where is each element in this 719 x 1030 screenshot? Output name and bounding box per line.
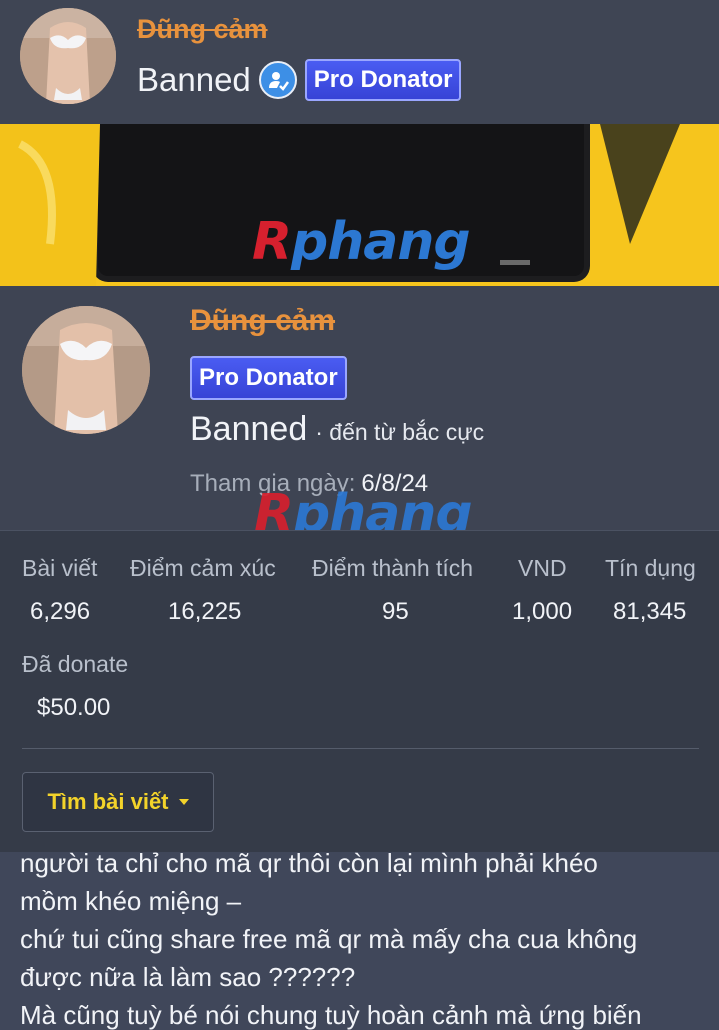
stat-value: $50.00 — [37, 694, 111, 721]
stat-donated: Đã donate $50.00 — [22, 651, 128, 722]
find-posts-label: Tìm bài viết — [47, 789, 169, 814]
stat-value[interactable]: 6,296 — [30, 598, 97, 626]
post-line: người ta chỉ cho mã qr thôi còn lại mình… — [20, 852, 598, 878]
stat-label: VND — [518, 555, 567, 581]
user-avatar[interactable] — [20, 8, 116, 104]
stat-posts: Bài viết 6,296 — [22, 555, 97, 626]
stat-achievements: Điểm thành tích 95 — [312, 555, 473, 626]
post-line: được nữa là làm sao ?????? — [20, 962, 356, 992]
post-line: Mà cũng tuỳ bé nói chung tuỳ hoàn cảnh m… — [20, 1000, 642, 1030]
watermark-logo: Rphang — [252, 212, 471, 272]
stat-vnd: VND 1,000 — [512, 555, 572, 626]
find-posts-button[interactable]: Tìm bài viết — [22, 772, 214, 832]
user-title: Banned — [137, 61, 251, 98]
stat-label: Điểm thành tích — [312, 555, 474, 581]
member-tooltip-card: Rphang Dũng cảm Pro Donator Banned · đến… — [0, 124, 719, 852]
stat-value[interactable]: 95 — [382, 598, 473, 626]
post-line: mồm khéo miệng – — [20, 886, 242, 916]
stat-label: Điểm cảm xúc — [130, 555, 276, 581]
stat-label: Bài viết — [22, 555, 98, 581]
profile-username[interactable]: Dũng cảm — [190, 304, 335, 338]
stat-value: 1,000 — [512, 598, 573, 625]
stat-label: Tín dụng — [605, 555, 696, 581]
pro-donator-badge: Pro Donator — [304, 59, 462, 101]
post-header: Dũng cảm Banned Pro Donator — [0, 0, 719, 124]
post-username[interactable]: Dũng cảm — [137, 14, 268, 45]
chevron-down-icon — [178, 799, 189, 805]
member-stats: Bài viết 6,296 Điểm cảm xúc 16,225 Điểm … — [0, 530, 719, 852]
post-title-row: Banned Pro Donator — [137, 58, 462, 102]
divider — [22, 748, 699, 749]
post-content: người ta chỉ cho mã qr thôi còn lại mình… — [0, 852, 719, 1030]
pro-donator-badge: Pro Donator — [190, 356, 347, 400]
stat-value: 16,225 — [168, 598, 242, 625]
stat-reactions: Điểm cảm xúc 16,225 — [130, 555, 276, 626]
verified-user-icon — [258, 61, 297, 99]
profile-banner: Rphang — [0, 124, 719, 286]
profile-avatar[interactable] — [22, 306, 150, 434]
user-title: Banned — [190, 410, 308, 448]
page: Dũng cảm Banned Pro Donator Rphang Dũng … — [0, 0, 719, 1030]
stat-label: Đã donate — [22, 651, 129, 677]
stat-value: 81,345 — [613, 598, 687, 625]
post-line: chứ tui cũng share free mã qr mà mấy cha… — [20, 924, 638, 954]
stat-credits: Tín dụng 81,345 — [605, 555, 696, 626]
user-location: · đến từ bắc cực — [315, 419, 485, 445]
title-row: Banned · đến từ bắc cực — [190, 410, 484, 449]
